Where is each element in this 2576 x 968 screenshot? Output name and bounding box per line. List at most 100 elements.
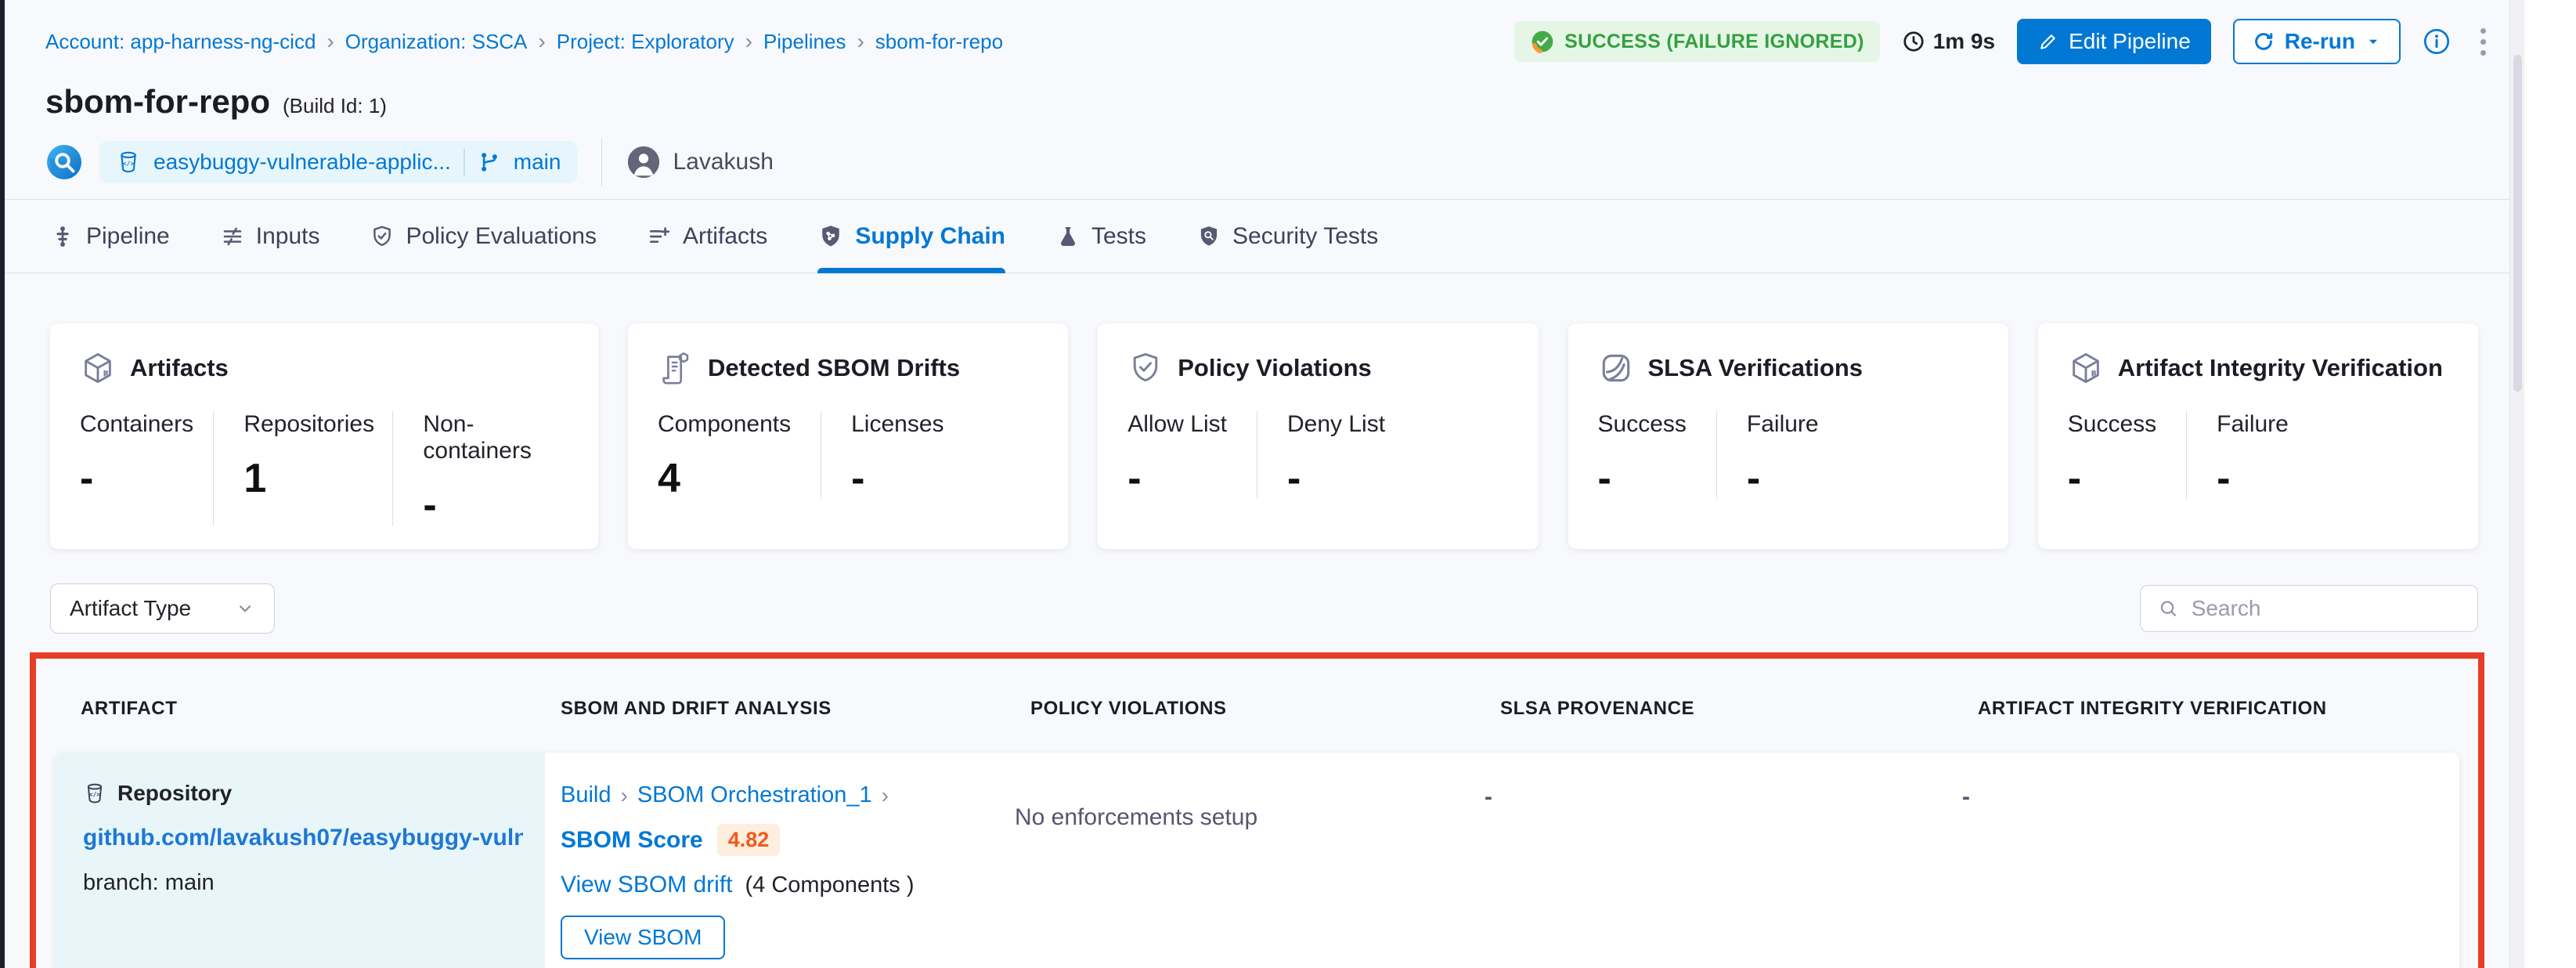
view-sbom-button[interactable]: View SBOM [561,916,725,959]
success-check-icon [1530,29,1555,54]
build-id: (Build Id: 1) [283,94,387,118]
scrollbar-track[interactable] [2509,0,2524,968]
stat-value: - [2217,458,2334,499]
sbom-score-badge: 4.82 [717,824,781,856]
stat-value: - [1747,458,1864,499]
drift-components-count: (4 Components ) [745,872,915,898]
breadcrumb: Account: app-harness-ng-cicd › Organizat… [45,30,1003,54]
stage-link[interactable]: Build [561,782,612,808]
breadcrumb-account[interactable]: Account: app-harness-ng-cicd [45,30,316,54]
column-artifact: ARTIFACT [55,698,545,720]
card-title: SLSA Verifications [1648,354,1863,382]
tab-supply-chain[interactable]: Supply Chain [817,200,1005,273]
chevron-right-icon: › [538,31,545,52]
artifact-repo-link[interactable]: github.com/lavakush07/easybuggy-vulner..… [83,825,523,851]
stat-value: - [1127,458,1227,499]
card-policy-violations: Policy Violations Allow List - Deny List… [1098,323,1538,549]
artifact-type-dropdown[interactable]: Artifact Type [50,583,275,634]
stat-value: - [1598,458,1687,499]
stat-slsa-success: Success - [1598,411,1717,499]
stat-value: 4 [658,458,791,499]
search-box [2140,585,2478,632]
stat-containers: Containers - [80,411,214,526]
tab-artifacts[interactable]: Artifacts [647,200,767,273]
tab-tests[interactable]: Tests [1055,200,1146,273]
caret-down-icon [2365,33,2382,50]
stat-label: Success [2068,411,2156,438]
stat-non-containers: Non-containers - [423,411,568,526]
chevron-right-icon: › [621,785,628,807]
artifact-integrity-cell: - [1962,753,2459,968]
execution-type-icon [45,143,83,181]
card-title: Detected SBOM Drifts [708,354,960,382]
svg-text:</>: </> [89,791,100,798]
view-sbom-drift-link[interactable]: View SBOM drift [561,872,733,898]
search-icon [2158,597,2179,620]
sbom-cell: Build › SBOM Orchestration_1 › SBOM Scor… [545,753,1015,968]
tab-policy-evaluations[interactable]: Policy Evaluations [370,200,596,273]
tab-security-tests[interactable]: Security Tests [1196,200,1378,273]
breadcrumb-pipeline-name[interactable]: sbom-for-repo [875,30,1003,54]
tab-label: Artifacts [683,223,767,250]
branch-name: main [514,150,561,175]
vertical-divider [601,138,602,186]
card-title: Artifacts [130,354,229,382]
stat-label: Containers [80,411,183,438]
flask-icon [1055,224,1081,249]
info-icon[interactable] [2423,27,2451,56]
pill-divider [464,149,465,175]
column-slsa-provenance: SLSA PROVENANCE [1485,698,1962,720]
stat-label: Deny List [1287,411,1405,438]
card-artifacts: Artifacts Containers - Repositories 1 No… [50,323,598,549]
tab-inputs[interactable]: Inputs [220,200,320,273]
breadcrumb-project[interactable]: Project: Exploratory [557,30,734,54]
header-actions: SUCCESS (FAILURE IGNORED) 1m 9s Edit Pip… [1514,19,2494,64]
repository-pill[interactable]: </> easybuggy-vulnerable-applic... main [99,141,578,183]
page-title: sbom-for-repo [45,83,270,121]
chevron-right-icon: › [857,31,864,52]
right-gutter [2509,0,2576,968]
stat-integrity-success: Success - [2068,411,2187,499]
scrollbar-thumb[interactable] [2513,55,2522,392]
duration: 1m 9s [1902,29,1995,54]
supply-chain-shield-icon [817,223,844,250]
duration-value: 1m 9s [1933,29,1995,54]
artifact-type-label: Artifact Type [70,596,191,621]
pipeline-icon [50,224,75,249]
more-options-menu-icon[interactable] [2473,25,2494,59]
list-plus-icon [647,224,672,249]
filter-row: Artifact Type [50,583,2478,634]
stat-deny-list: Deny List - [1287,411,1405,499]
breadcrumb-pipelines[interactable]: Pipelines [763,30,846,54]
artifacts-table-highlight: ARTIFACT SBOM AND DRIFT ANALYSIS POLICY … [30,652,2484,968]
pencil-icon [2037,31,2059,52]
edit-pipeline-label: Edit Pipeline [2069,29,2191,54]
tab-label: Inputs [256,223,320,250]
summary-cards: Artifacts Containers - Repositories 1 No… [50,323,2478,549]
stat-label: Repositories [244,411,363,438]
shield-check-icon [1127,350,1164,386]
cube-icon [2068,350,2104,386]
chevron-right-icon: › [327,31,334,52]
repository-icon: </> [83,782,106,805]
stat-label: Failure [1747,411,1864,438]
stat-label: Components [658,411,791,438]
rerun-button[interactable]: Re-run [2233,19,2401,64]
search-input[interactable] [2192,596,2460,621]
rerun-icon [2252,30,2275,53]
step-link[interactable]: SBOM Orchestration_1 [637,782,872,808]
sbom-score-label: SBOM Score [561,827,703,854]
repository-icon: </> [116,150,141,175]
status-label: SUCCESS (FAILURE IGNORED) [1564,31,1864,53]
breadcrumb-organization[interactable]: Organization: SSCA [345,30,528,54]
security-shield-magnifier-icon [1196,224,1221,249]
edit-pipeline-button[interactable]: Edit Pipeline [2017,19,2211,64]
tab-label: Tests [1091,223,1146,250]
cube-icon [80,350,116,386]
tab-label: Supply Chain [855,223,1005,250]
tab-label: Security Tests [1232,223,1378,250]
rerun-label: Re-run [2285,29,2355,54]
git-branch-icon [478,150,501,174]
inputs-icon [220,224,245,249]
tab-pipeline[interactable]: Pipeline [50,200,170,273]
